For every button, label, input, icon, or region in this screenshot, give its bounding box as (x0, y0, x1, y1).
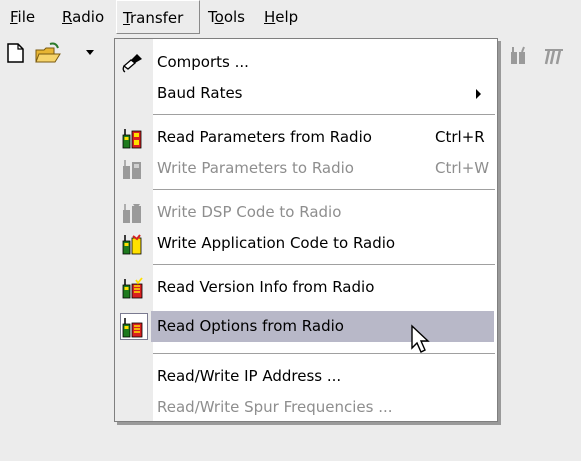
radio-write-icon (123, 160, 141, 179)
shortcut-label: Ctrl+R (435, 128, 485, 146)
menu-item-label: Baud Rates (157, 84, 243, 102)
radio-read-icon (122, 129, 142, 149)
shortcut-label: Ctrl+W (435, 159, 490, 177)
menu-item-label: Write DSP Code to Radio (157, 203, 342, 221)
radio-icon[interactable] (508, 46, 530, 66)
menu-item-rw-spur-frequencies: Read/Write Spur Frequencies ... (117, 392, 495, 423)
menu-item-label: Write Parameters to Radio (157, 159, 354, 177)
open-folder-icon[interactable] (34, 42, 64, 66)
menu-item-write-dsp-code: Write DSP Code to Radio (117, 197, 495, 228)
menu-item-label: Read/Write IP Address ... (157, 367, 342, 385)
menu-item-rw-ip-address[interactable]: Read/Write IP Address ... (117, 361, 495, 392)
transfer-dropdown-menu: Comports ... Baud Rates Read Parameters … (114, 38, 498, 422)
radio-application-icon (122, 234, 142, 255)
dropdown-arrow-icon[interactable] (86, 50, 96, 58)
menu-bar: File Radio Transfer Tools Help (0, 0, 581, 34)
menu-separator (153, 353, 495, 355)
menu-tools[interactable]: Tools (202, 0, 251, 34)
menu-item-read-options[interactable]: Read Options from Radio (117, 311, 495, 342)
menu-radio[interactable]: Radio (56, 0, 110, 34)
menu-item-comports[interactable]: Comports ... (117, 47, 495, 78)
menu-item-write-parameters: Write Parameters to Radio Ctrl+W (117, 153, 495, 184)
menu-item-label: Write Application Code to Radio (157, 234, 396, 252)
menu-transfer[interactable]: Transfer (116, 0, 200, 34)
menu-item-read-parameters[interactable]: Read Parameters from Radio Ctrl+R (117, 122, 495, 153)
menu-item-read-version-info[interactable]: Read Version Info from Radio (117, 272, 495, 303)
comport-plug-icon (122, 54, 142, 73)
menu-help[interactable]: Help (258, 0, 304, 34)
menu-item-label: Read Version Info from Radio (157, 278, 375, 296)
radio-version-icon (122, 277, 143, 299)
menu-item-label: Read Parameters from Radio (157, 128, 372, 146)
menu-item-label: Read/Write Spur Frequencies ... (157, 398, 393, 416)
application-window: File Radio Transfer Tools Help Comports … (0, 0, 581, 461)
menu-separator (153, 264, 495, 266)
menu-item-label: Comports ... (157, 53, 249, 71)
submenu-arrow-icon (476, 89, 481, 99)
menu-separator (153, 189, 495, 191)
menu-item-baud-rates[interactable]: Baud Rates (117, 78, 495, 109)
menu-file[interactable]: File (4, 0, 41, 34)
menu-item-label: Read Options from Radio (157, 317, 344, 335)
menu-separator (153, 114, 495, 116)
new-document-icon[interactable] (4, 42, 26, 64)
menu-item-write-application-code[interactable]: Write Application Code to Radio (117, 228, 495, 259)
mouse-cursor-icon (411, 324, 430, 353)
radio-dsp-icon (123, 204, 141, 223)
radio-options-icon (122, 318, 143, 338)
radio-icon[interactable] (542, 46, 566, 66)
